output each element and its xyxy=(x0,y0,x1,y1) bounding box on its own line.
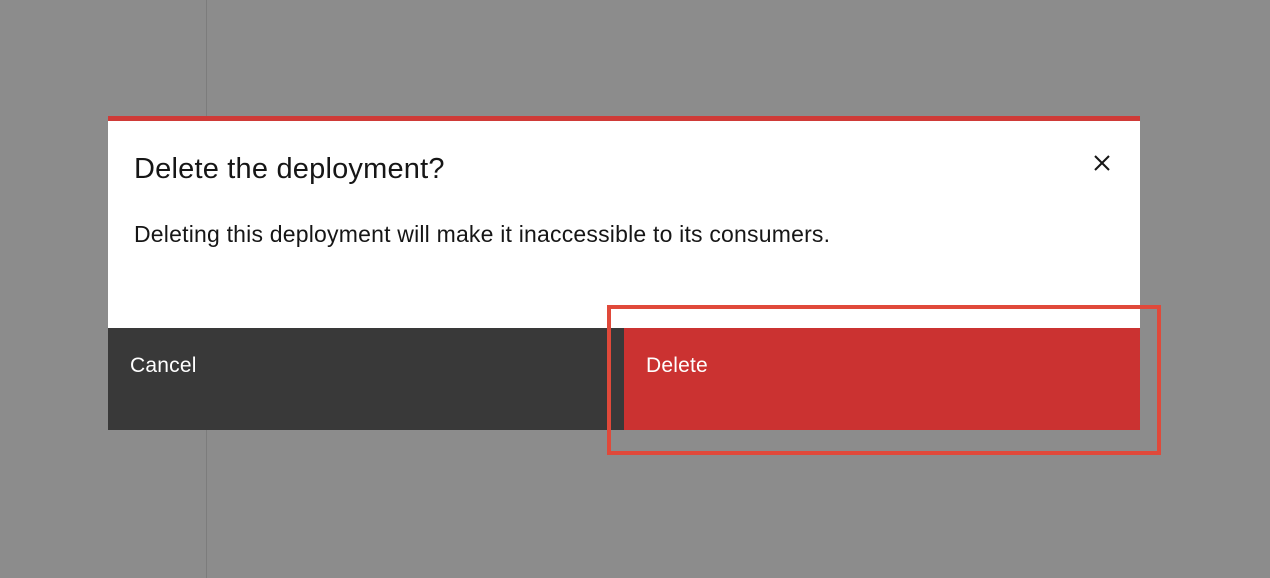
delete-deployment-dialog: Delete the deployment? Deleting this dep… xyxy=(108,116,1140,430)
delete-button[interactable]: Delete xyxy=(624,328,1140,430)
dialog-title: Delete the deployment? xyxy=(134,153,445,185)
close-button[interactable] xyxy=(1088,149,1116,177)
dialog-footer: Cancel Delete xyxy=(108,328,1140,430)
dialog-message: Deleting this deployment will make it in… xyxy=(134,221,831,247)
close-icon xyxy=(1094,155,1110,171)
cancel-button[interactable]: Cancel xyxy=(108,328,624,430)
